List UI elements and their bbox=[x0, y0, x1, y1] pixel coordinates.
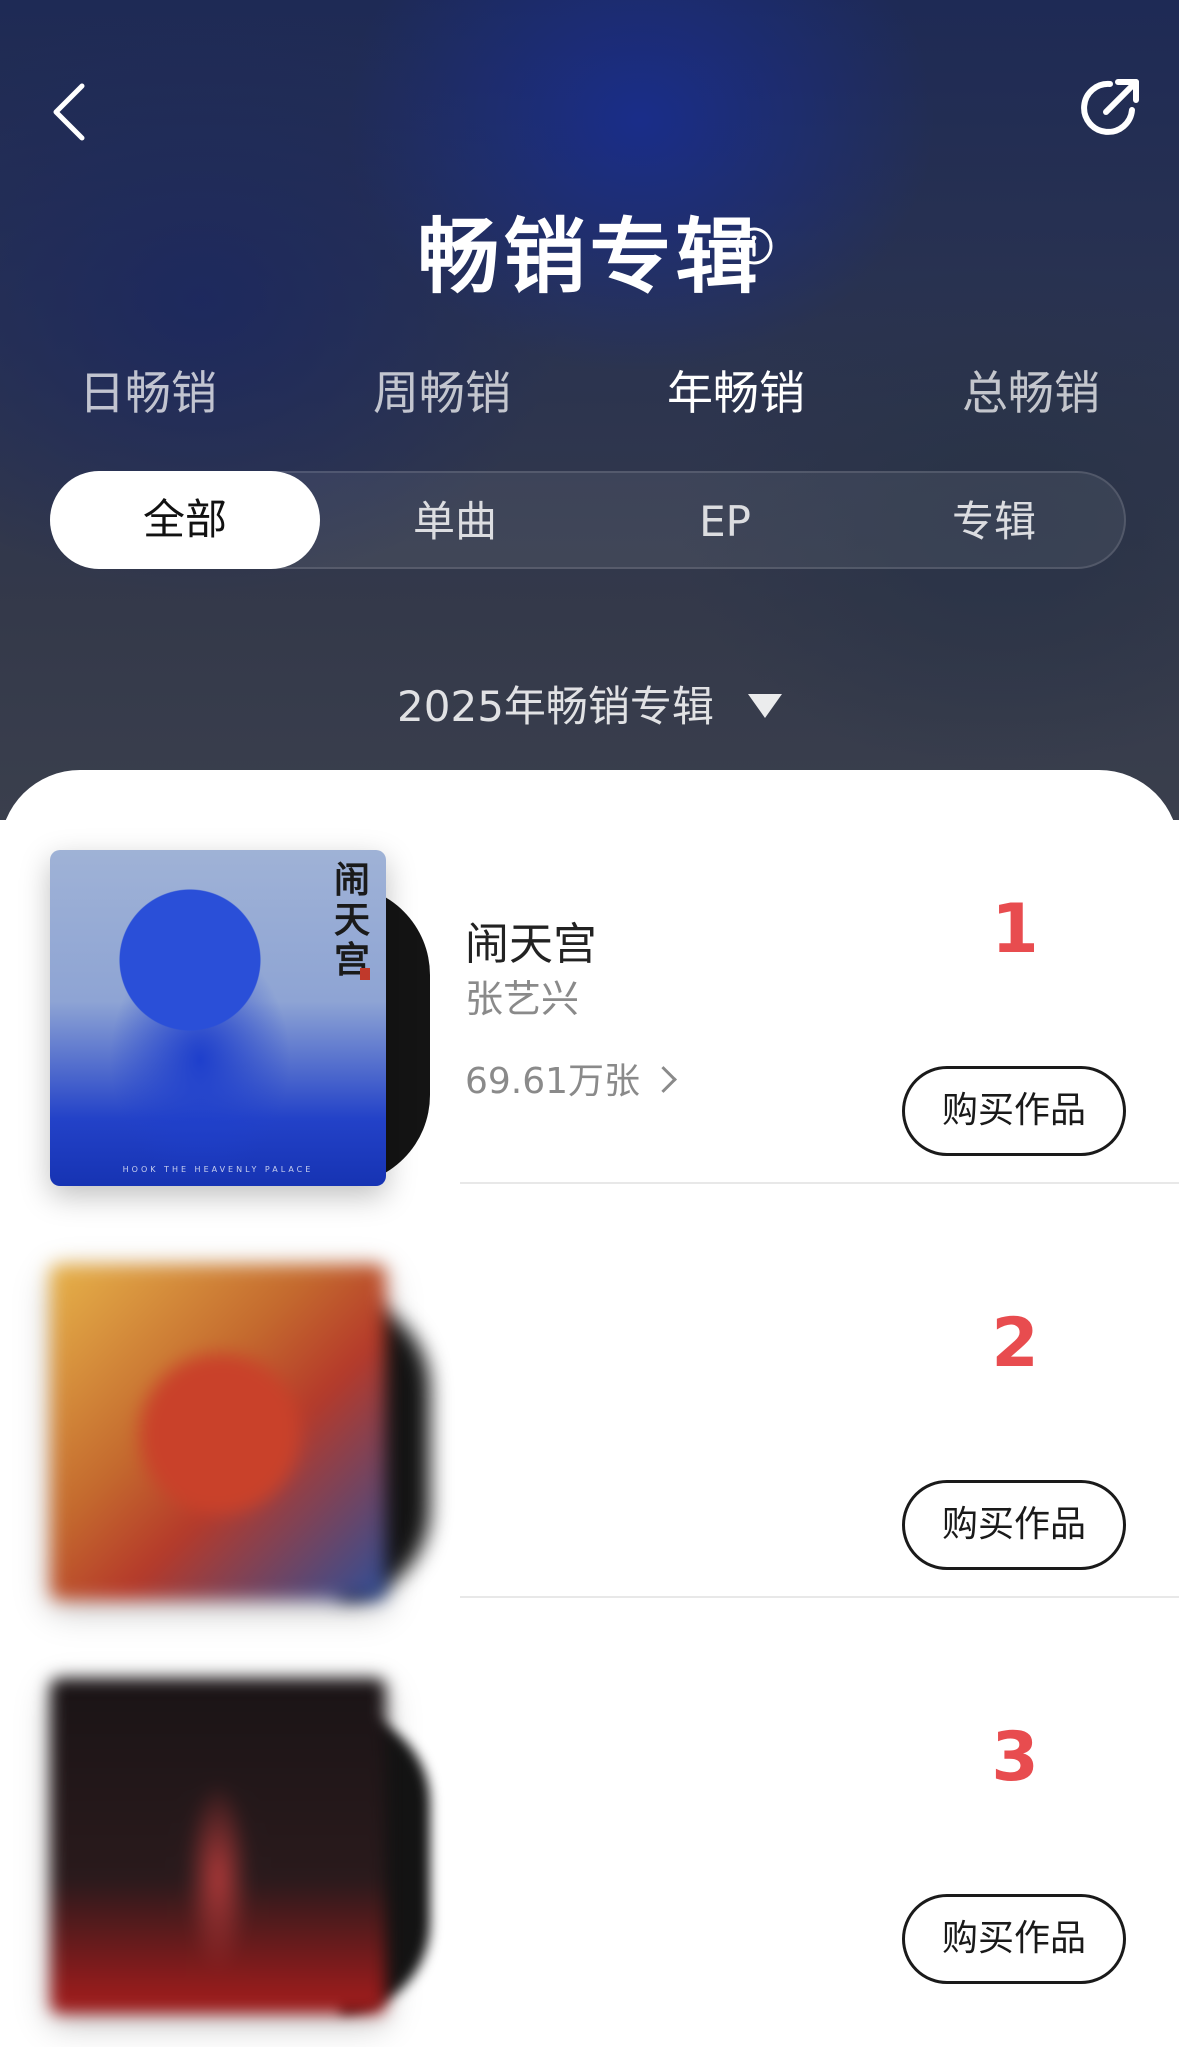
cover-seal bbox=[360, 968, 370, 980]
chevron-left-icon bbox=[53, 83, 85, 141]
tab-daily[interactable]: 日畅销 bbox=[79, 357, 217, 423]
list-item[interactable]: 3 购买作品 bbox=[0, 1598, 1179, 2014]
list-item[interactable]: 2 购买作品 bbox=[0, 1184, 1179, 1600]
buy-button[interactable]: 购买作品 bbox=[902, 1480, 1126, 1570]
rank-number: 1 bbox=[991, 890, 1039, 969]
buy-button[interactable]: 购买作品 bbox=[902, 1894, 1126, 1984]
filter-album[interactable]: 专辑 bbox=[860, 473, 1128, 571]
buy-button[interactable]: 购买作品 bbox=[902, 1066, 1126, 1156]
album-name[interactable]: 闹天宫 bbox=[465, 908, 597, 972]
album-cover[interactable] bbox=[50, 1678, 386, 2014]
share-button[interactable] bbox=[1078, 74, 1144, 140]
filter-ep[interactable]: EP bbox=[590, 473, 860, 571]
chevron-right-icon bbox=[650, 1066, 677, 1093]
filter-single[interactable]: 单曲 bbox=[320, 473, 590, 571]
rank-number: 3 bbox=[991, 1718, 1039, 1797]
type-filter: 全部 单曲 EP 专辑 bbox=[50, 471, 1126, 569]
cover-title: 闹天宫 bbox=[334, 859, 371, 981]
album-list: 闹天宫 HOOK THE HEAVENLY PALACE 闹天宫 张艺兴 69.… bbox=[0, 770, 1179, 2047]
rank-number: 2 bbox=[991, 1304, 1039, 1383]
info-icon bbox=[735, 227, 773, 265]
list-item[interactable]: 闹天宫 HOOK THE HEAVENLY PALACE 闹天宫 张艺兴 69.… bbox=[0, 770, 1179, 1186]
info-button[interactable] bbox=[734, 226, 774, 266]
album-artist[interactable]: 张艺兴 bbox=[465, 968, 579, 1023]
period-tabs: 日畅销 周畅销 年畅销 总畅销 bbox=[0, 357, 1179, 420]
tab-weekly[interactable]: 周畅销 bbox=[373, 357, 511, 423]
album-sales[interactable]: 69.61万张 bbox=[465, 1052, 677, 1104]
year-selector-label: 2025年畅销专辑 bbox=[397, 682, 714, 731]
year-selector[interactable]: 2025年畅销专辑 bbox=[0, 673, 1179, 734]
caret-down-icon bbox=[747, 693, 782, 718]
share-icon bbox=[1081, 79, 1139, 135]
album-cover[interactable] bbox=[50, 1264, 386, 1600]
page-title: 畅销专辑 bbox=[417, 210, 762, 305]
tab-yearly[interactable]: 年畅销 bbox=[667, 357, 805, 423]
sales-value: 69.61万张 bbox=[465, 1061, 641, 1102]
back-button[interactable] bbox=[50, 82, 90, 142]
tab-all-time[interactable]: 总畅销 bbox=[962, 357, 1100, 423]
filter-all[interactable]: 全部 bbox=[50, 471, 320, 569]
cover-caption: HOOK THE HEAVENLY PALACE bbox=[122, 1165, 314, 1174]
album-cover[interactable]: 闹天宫 HOOK THE HEAVENLY PALACE bbox=[50, 850, 386, 1186]
